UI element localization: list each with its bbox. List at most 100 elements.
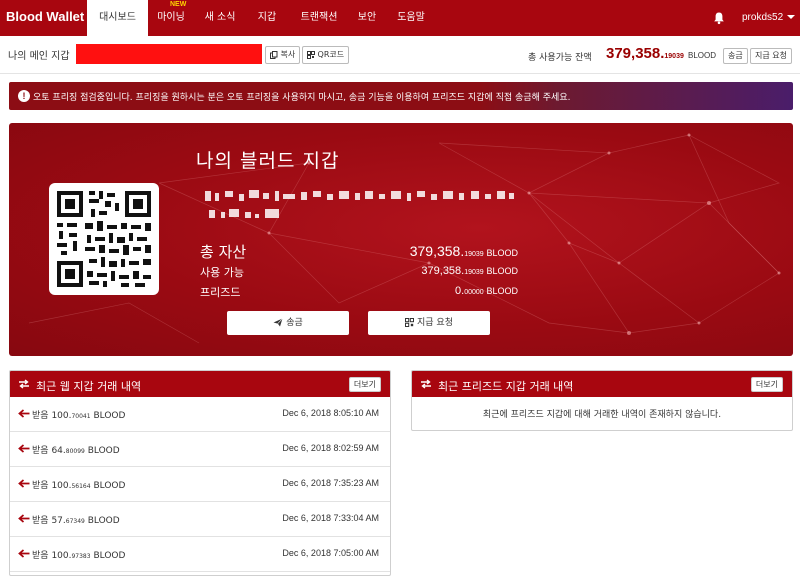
tab-mining-label: 마이닝: [157, 12, 185, 23]
user-menu[interactable]: prokds52: [742, 0, 796, 36]
tx-date: Dec 6, 2018 7:33:04 AM: [282, 513, 379, 523]
copy-icon: [270, 50, 278, 59]
tx-type: 받음: [32, 446, 49, 456]
top-navbar: Blood Wallet 대시보드 NEW 마이닝 새 소식 지갑 트랜잭션 보…: [0, 0, 800, 36]
info-icon: !: [18, 90, 30, 102]
web-tx-more-button[interactable]: 더보기: [348, 377, 381, 392]
tx-date: Dec 6, 2018 7:05:00 AM: [282, 548, 379, 558]
table-row[interactable]: 받음 100.97383 BLOOD Dec 6, 2018 7:05:00 AM: [10, 537, 390, 572]
frozen-decimal: 00000: [464, 289, 484, 296]
tab-transactions[interactable]: 트랜잭션: [294, 0, 344, 36]
table-row[interactable]: 받음 100.70041 BLOOD Dec 6, 2018 8:05:10 AM: [10, 397, 390, 432]
tab-dashboard[interactable]: 대시보드: [87, 0, 148, 36]
tx-type: 받음: [32, 551, 49, 561]
qrcode-icon: [307, 50, 315, 59]
total-assets-value: 379,358.19039 BLOOD: [410, 243, 518, 259]
wallet-address-redacted: [76, 44, 262, 64]
available-balance-value: 379,358.19039: [606, 45, 684, 62]
tx-unit: BLOOD: [87, 446, 120, 456]
send-button[interactable]: 송금: [723, 48, 748, 64]
main-wallet-bar: 나의 메인 지갑 복사 QR코드 총 사용가능 잔액 379,358.19039…: [0, 36, 800, 74]
hero-send-button[interactable]: 송금: [227, 311, 349, 335]
username: prokds52: [742, 12, 784, 23]
qrcode-image: [57, 191, 151, 287]
tx-unit: BLOOD: [93, 551, 126, 561]
arrow-left-icon: [18, 444, 30, 453]
table-row[interactable]: 받음 57.67349 BLOOD Dec 6, 2018 7:33:04 AM: [10, 502, 390, 537]
request-payment-button[interactable]: 지급 요청: [750, 48, 792, 64]
tab-help[interactable]: 도움말: [390, 0, 432, 36]
tx-amount: 받음 100.56164 BLOOD: [32, 478, 125, 491]
balance-integer: 379,358.: [606, 45, 665, 62]
web-tx-list: 받음 100.70041 BLOOD Dec 6, 2018 8:05:10 AM…: [10, 397, 390, 572]
main-wallet-label: 나의 메인 지갑: [8, 51, 70, 62]
exchange-icon: [421, 379, 431, 389]
wallet-qrcode[interactable]: [49, 183, 159, 295]
copy-button-label: 복사: [280, 50, 296, 59]
tx-amount: 받음 100.70041 BLOOD: [32, 408, 125, 421]
total-integer: 379,358.: [409, 243, 465, 259]
wallet-address-blurred: [205, 190, 514, 218]
tx-type: 받음: [32, 411, 49, 421]
tab-dashboard-label: 대시보드: [99, 12, 136, 23]
tx-date: Dec 6, 2018 7:35:23 AM: [282, 478, 379, 488]
tx-amount: 받음 64.80099 BLOOD: [32, 443, 120, 456]
tx-amount: 받음 57.67349 BLOOD: [32, 513, 120, 526]
balance-unit: BLOOD: [688, 51, 717, 60]
tx-amount: 받음 100.97383 BLOOD: [32, 548, 125, 561]
chevron-down-icon: [787, 15, 796, 20]
available-unit: BLOOD: [486, 266, 518, 276]
send-button-label: 송금: [728, 51, 743, 60]
tx-amount-decimal: 67349: [65, 518, 85, 525]
total-assets-label: 총 자산: [200, 243, 247, 261]
web-tx-header: 최근 웹 지갑 거래 내역 더보기: [10, 371, 390, 397]
frozen-tx-header: 최근 프리즈드 지갑 거래 내역 더보기: [412, 371, 792, 397]
hero-request-button[interactable]: 지급 요청: [368, 311, 490, 335]
request-payment-label: 지급 요청: [755, 51, 787, 60]
tab-transactions-label: 트랜잭션: [300, 12, 338, 23]
tx-type: 받음: [32, 516, 49, 526]
frozen-wallet-transactions-panel: 최근 프리즈드 지갑 거래 내역 더보기 최근에 프리즈드 지갑에 대해 거래한…: [411, 370, 793, 431]
arrow-left-icon: [18, 409, 30, 418]
tx-amount-integer: 100.: [51, 481, 72, 491]
bell-icon[interactable]: [712, 11, 726, 25]
tx-amount-decimal: 80099: [65, 448, 85, 455]
tx-unit: BLOOD: [87, 516, 120, 526]
tx-amount-integer: 100.: [51, 551, 72, 561]
exchange-icon: [19, 379, 29, 389]
tab-news[interactable]: 새 소식: [200, 0, 240, 36]
hero-send-label: 송금: [286, 318, 303, 328]
available-integer: 379,358.: [421, 265, 465, 277]
wallet-summary-card: 나의 블러드 지갑 총 자산 379,358.19039 BLOOD 사용 가능…: [9, 123, 793, 356]
arrow-left-icon: [18, 514, 30, 523]
tab-wallet[interactable]: 지갑: [252, 0, 282, 36]
qrcode-button[interactable]: QR코드: [302, 46, 350, 64]
frozen-integer: 0.: [455, 285, 465, 297]
copy-button[interactable]: 복사: [265, 46, 301, 64]
tx-amount-decimal: 56164: [71, 483, 91, 490]
tx-amount-integer: 100.: [51, 411, 72, 421]
paper-plane-icon: [273, 318, 283, 327]
tx-date: Dec 6, 2018 8:05:10 AM: [282, 408, 379, 418]
alert-message: 오토 프리징 점검중입니다. 프리징을 원하시는 분은 오토 프리징을 사용하지…: [33, 93, 571, 103]
tab-mining[interactable]: NEW 마이닝: [150, 0, 192, 36]
total-decimal: 19039: [464, 251, 484, 258]
qrcode-icon: [405, 318, 414, 327]
qrcode-button-label: QR코드: [317, 50, 345, 59]
maintenance-alert: ! 오토 프리징 점검중입니다. 프리징을 원하시는 분은 오토 프리징을 사용…: [9, 82, 793, 110]
tab-security[interactable]: 보안: [352, 0, 382, 36]
frozen-tx-title: 최근 프리즈드 지갑 거래 내역: [438, 380, 574, 393]
brand-logo[interactable]: Blood Wallet: [6, 9, 84, 24]
web-wallet-transactions-panel: 최근 웹 지갑 거래 내역 더보기 받음 100.70041 BLOOD Dec …: [9, 370, 391, 576]
tx-type: 받음: [32, 481, 49, 491]
new-badge: NEW: [170, 1, 187, 8]
frozen-unit: BLOOD: [486, 286, 518, 296]
frozen-tx-more-button[interactable]: 더보기: [750, 377, 783, 392]
frozen-tx-empty-message: 최근에 프리즈드 지갑에 대해 거래한 내역이 존재하지 않습니다.: [482, 410, 722, 420]
table-row[interactable]: 받음 64.80099 BLOOD Dec 6, 2018 8:02:59 AM: [10, 432, 390, 467]
tab-wallet-label: 지갑: [257, 12, 277, 23]
table-row[interactable]: 받음 100.56164 BLOOD Dec 6, 2018 7:35:23 AM: [10, 467, 390, 502]
tx-date: Dec 6, 2018 8:02:59 AM: [282, 443, 379, 453]
hero-request-label: 지급 요청: [417, 318, 453, 328]
tx-amount-decimal: 70041: [71, 413, 91, 420]
